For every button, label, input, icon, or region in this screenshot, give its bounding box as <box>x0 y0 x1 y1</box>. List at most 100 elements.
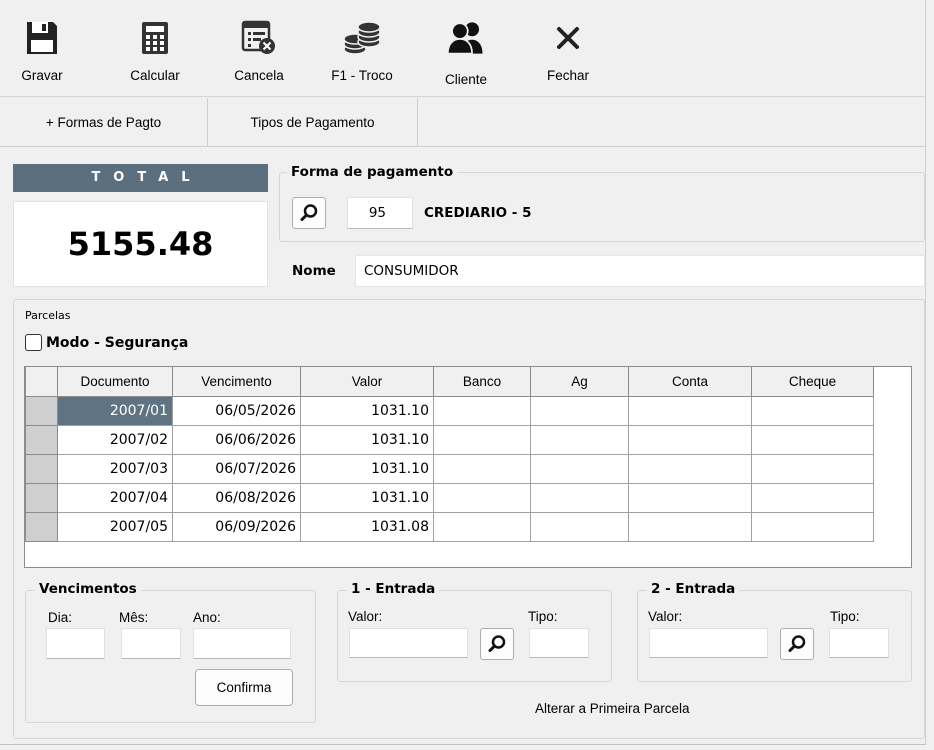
cell-ag[interactable] <box>530 395 629 426</box>
cancela-button[interactable]: Cancela <box>228 18 290 94</box>
cell-banco[interactable] <box>433 395 531 426</box>
total-header: TOTAL <box>13 164 268 192</box>
cell-banco[interactable] <box>433 424 531 455</box>
tab-formas-de-pagto[interactable]: + Formas de Pagto <box>0 98 208 147</box>
cell-valor[interactable]: 1031.08 <box>300 511 434 542</box>
cell-documento[interactable]: 2007/04 <box>57 482 173 513</box>
col-cheque[interactable]: Cheque <box>751 367 874 397</box>
table-row[interactable]: 2007/03 06/07/2026 1031.10 <box>25 453 874 484</box>
cell-cheque[interactable] <box>751 395 874 426</box>
troco-label: F1 - Troco <box>331 68 393 83</box>
calcular-label: Calcular <box>130 68 180 83</box>
cell-conta[interactable] <box>628 395 752 426</box>
row-indicator[interactable] <box>25 482 58 513</box>
cell-conta[interactable] <box>628 453 752 484</box>
cell-valor[interactable]: 1031.10 <box>300 482 434 513</box>
cancela-label: Cancela <box>234 68 284 83</box>
cell-cheque[interactable] <box>751 453 874 484</box>
cell-banco[interactable] <box>433 453 531 484</box>
entrada2-title: 2 - Entrada <box>647 581 740 597</box>
col-valor[interactable]: Valor <box>300 367 434 397</box>
cell-cheque[interactable] <box>751 511 874 542</box>
col-ag[interactable]: Ag <box>530 367 629 397</box>
entrada1-valor-label: Valor: <box>348 609 383 624</box>
cell-documento[interactable]: 2007/02 <box>57 424 173 455</box>
table-row[interactable]: 2007/05 06/09/2026 1031.08 <box>25 511 874 542</box>
row-indicator[interactable] <box>25 453 58 484</box>
cell-cheque[interactable] <box>751 482 874 513</box>
cell-conta[interactable] <box>628 482 752 513</box>
row-indicator[interactable] <box>25 395 58 426</box>
alterar-primeira-parcela-link[interactable]: Alterar a Primeira Parcela <box>535 701 690 716</box>
mes-label: Mês: <box>119 610 149 625</box>
fechar-label: Fechar <box>546 68 590 83</box>
col-banco[interactable]: Banco <box>433 367 531 397</box>
cell-conta[interactable] <box>628 511 752 542</box>
entrada1-search-button[interactable] <box>480 628 514 660</box>
entrada2-tipo-label: Tipo: <box>830 609 860 624</box>
entrada1-valor-input[interactable] <box>349 628 468 658</box>
grid-header-row: Documento Vencimento Valor Banco Ag Cont… <box>25 367 874 397</box>
mes-input[interactable] <box>121 628 181 659</box>
dia-input[interactable] <box>46 628 105 659</box>
nome-label: Nome <box>292 263 336 279</box>
table-row[interactable]: 2007/01 06/05/2026 1031.10 <box>25 395 874 426</box>
calcular-button[interactable]: Calcular <box>123 18 187 94</box>
total-value: 5155.48 <box>13 201 268 287</box>
col-documento[interactable]: Documento <box>57 367 173 397</box>
ano-input[interactable] <box>193 628 291 659</box>
cell-valor[interactable]: 1031.10 <box>300 453 434 484</box>
cell-vencimento[interactable]: 06/08/2026 <box>172 482 301 513</box>
cell-documento[interactable]: 2007/05 <box>57 511 173 542</box>
cliente-button[interactable]: Cliente <box>438 18 494 94</box>
table-row[interactable]: 2007/02 06/06/2026 1031.10 <box>25 424 874 455</box>
confirma-button[interactable]: Confirma <box>195 669 293 706</box>
entrada2-search-button[interactable] <box>780 628 814 660</box>
cell-banco[interactable] <box>433 511 531 542</box>
row-indicator[interactable] <box>25 424 58 455</box>
entrada2-tipo-input[interactable] <box>829 628 889 658</box>
tab-tipos-de-pagamento[interactable]: Tipos de Pagamento <box>208 98 418 147</box>
toolbar: Gravar Calcular Cancela F1 - Troco Clien… <box>0 0 926 97</box>
cell-conta[interactable] <box>628 424 752 455</box>
col-vencimento[interactable]: Vencimento <box>172 367 301 397</box>
cell-vencimento[interactable]: 06/07/2026 <box>172 453 301 484</box>
cell-documento[interactable]: 2007/03 <box>57 453 173 484</box>
search-icon <box>488 635 506 652</box>
parcelas-grid[interactable]: Documento Vencimento Valor Banco Ag Cont… <box>24 366 912 568</box>
close-icon <box>548 18 588 58</box>
troco-button[interactable]: F1 - Troco <box>324 18 400 94</box>
vencimentos-title: Vencimentos <box>35 581 141 597</box>
forma-search-button[interactable] <box>292 197 326 229</box>
cell-cheque[interactable] <box>751 424 874 455</box>
cell-banco[interactable] <box>433 482 531 513</box>
forma-code-field[interactable]: 95 <box>347 197 413 229</box>
cell-valor[interactable]: 1031.10 <box>300 395 434 426</box>
cell-ag[interactable] <box>530 482 629 513</box>
cell-vencimento[interactable]: 06/09/2026 <box>172 511 301 542</box>
modo-seguranca-label: Modo - Segurança <box>46 335 189 351</box>
users-icon <box>446 18 486 58</box>
cell-ag[interactable] <box>530 453 629 484</box>
cell-valor[interactable]: 1031.10 <box>300 424 434 455</box>
entrada2-valor-input[interactable] <box>649 628 768 658</box>
calculator-icon <box>135 18 175 58</box>
cell-vencimento[interactable]: 06/06/2026 <box>172 424 301 455</box>
entrada1-tipo-label: Tipo: <box>528 609 558 624</box>
nome-field[interactable]: CONSUMIDOR <box>355 255 925 287</box>
cell-documento[interactable]: 2007/01 <box>57 395 173 426</box>
gravar-button[interactable]: Gravar <box>20 18 64 94</box>
parcelas-title: Parcelas <box>25 309 71 322</box>
entrada1-tipo-input[interactable] <box>529 628 589 658</box>
cell-ag[interactable] <box>530 511 629 542</box>
gravar-label: Gravar <box>21 68 63 83</box>
row-indicator[interactable] <box>25 511 58 542</box>
search-icon <box>788 635 806 652</box>
cell-vencimento[interactable]: 06/05/2026 <box>172 395 301 426</box>
cell-ag[interactable] <box>530 424 629 455</box>
fechar-button[interactable]: Fechar <box>540 18 596 94</box>
col-conta[interactable]: Conta <box>628 367 752 397</box>
table-row[interactable]: 2007/04 06/08/2026 1031.10 <box>25 482 874 513</box>
forma-pagamento-title: Forma de pagamento <box>287 164 458 180</box>
modo-seguranca-checkbox[interactable] <box>25 334 42 351</box>
